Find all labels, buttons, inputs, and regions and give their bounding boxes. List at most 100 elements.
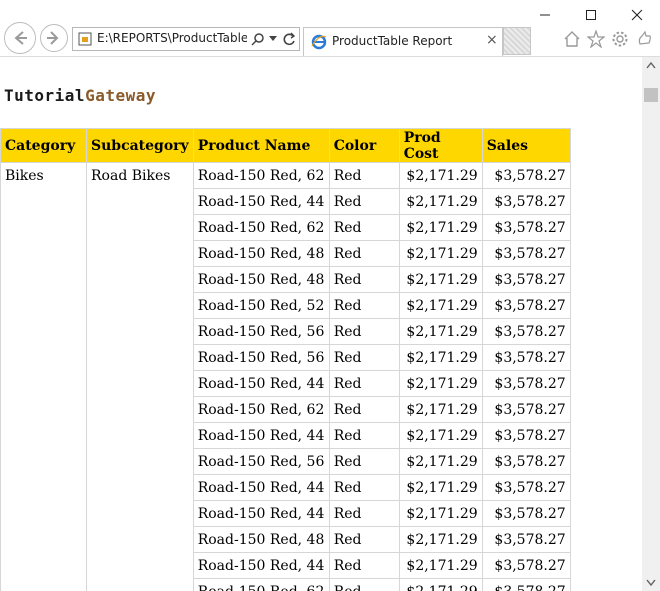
scroll-up-button[interactable] [642, 57, 660, 74]
tab-product-table-report[interactable]: ProductTable Report × [303, 27, 503, 56]
chevron-up-icon [646, 62, 656, 69]
forward-icon [47, 31, 59, 45]
chevron-down-icon [646, 579, 656, 586]
minimize-icon [540, 14, 550, 16]
cell-product-name: Road-150 Red, 48 [192, 266, 330, 293]
cell-sales: $3,578.27 [481, 422, 571, 449]
cell-product-name: Road-150 Red, 44 [192, 552, 330, 579]
browser-chrome: E:\REPORTS\ProductTable R ProductTable R… [0, 0, 660, 57]
cell-prod-cost: $2,171.29 [398, 526, 483, 553]
address-url[interactable]: E:\REPORTS\ProductTable R [97, 31, 247, 45]
dropdown-icon[interactable] [269, 36, 277, 42]
header-prod-cost[interactable]: Prod Cost [398, 128, 483, 163]
cell-prod-cost: $2,171.29 [398, 214, 483, 241]
table-header-row: Category Subcategory Product Name Color … [0, 128, 571, 163]
cell-product-name: Road-150 Red, 62 [192, 162, 330, 189]
tutorial-gateway-logo[interactable]: TutorialGateway [4, 86, 156, 105]
feedback-icon [638, 30, 651, 45]
cell-sales: $3,578.27 [481, 162, 571, 189]
home-button[interactable] [562, 28, 582, 50]
cell-product-name: Road-150 Red, 48 [192, 526, 330, 553]
vertical-scrollbar[interactable] [642, 57, 660, 591]
header-color[interactable]: Color [328, 128, 400, 163]
cell-sales: $3,578.27 [481, 370, 571, 397]
scroll-down-button[interactable] [642, 574, 660, 591]
favorites-button[interactable] [586, 28, 606, 50]
cell-sales: $3,578.27 [481, 214, 571, 241]
cell-color: Red [328, 448, 400, 475]
cell-prod-cost: $2,171.29 [398, 370, 483, 397]
tab-title: ProductTable Report [332, 34, 453, 48]
maximize-icon [586, 10, 596, 20]
cell-product-name: Road-150 Red, 62 [192, 396, 330, 423]
cell-product-name: Road-150 Red, 56 [192, 344, 330, 371]
logo-text-tutorial: Tutorial [4, 86, 86, 105]
page-icon [78, 32, 92, 46]
cell-prod-cost: $2,171.29 [398, 266, 483, 293]
table-row: Bikes Road Bikes Road-150 Red, 62 Red $2,171… [0, 162, 571, 591]
cell-prod-cost: $2,171.29 [398, 396, 483, 423]
cell-product-name: Road-150 Red, 44 [192, 500, 330, 527]
cell-product-name: Road-150 Red, 48 [192, 240, 330, 267]
back-button[interactable] [4, 22, 36, 54]
header-sales[interactable]: Sales [481, 128, 571, 163]
minimize-button[interactable] [522, 0, 568, 30]
close-window-button[interactable] [614, 0, 660, 30]
cell-sales: $3,578.27 [481, 474, 571, 501]
cell-sales: $3,578.27 [481, 240, 571, 267]
tab-close-button[interactable]: × [486, 32, 498, 48]
back-icon [14, 31, 27, 45]
cell-prod-cost: $2,171.29 [398, 318, 483, 345]
header-subcategory[interactable]: Subcategory [86, 128, 194, 163]
cell-product-name: Road-150 Red, 44 [192, 188, 330, 215]
cell-sales: $3,578.27 [481, 292, 571, 319]
scroll-thumb[interactable] [644, 88, 658, 102]
search-icon[interactable] [251, 32, 265, 46]
cell-product-name: Road-150 Red, 44 [192, 422, 330, 449]
table-body: Bikes Road Bikes Road-150 Red, 62 Red $2,171… [0, 162, 571, 591]
cell-prod-cost: $2,171.29 [398, 422, 483, 449]
refresh-icon[interactable] [282, 32, 296, 46]
cell-sales: $3,578.27 [481, 396, 571, 423]
cell-prod-cost: $2,171.29 [398, 552, 483, 579]
cell-prod-cost: $2,171.29 [398, 578, 483, 591]
cell-sales: $3,578.27 [481, 318, 571, 345]
cell-product-name: Road-150 Red, 52 [192, 292, 330, 319]
page-viewport: TutorialGateway Category Subcategory Pro… [0, 57, 642, 591]
header-product-name[interactable]: Product Name [192, 128, 330, 163]
cell-color: Red [328, 370, 400, 397]
new-tab-button[interactable] [503, 27, 531, 55]
logo-text-gateway: Gateway [85, 86, 156, 105]
header-category[interactable]: Category [0, 128, 87, 163]
cell-color: Red [328, 396, 400, 423]
maximize-button[interactable] [568, 0, 614, 30]
cell-subcategory: Road Bikes [86, 162, 194, 591]
cell-sales: $3,578.27 [481, 188, 571, 215]
cell-prod-cost: $2,171.29 [398, 448, 483, 475]
feedback-button[interactable] [634, 28, 654, 50]
cell-sales: $3,578.27 [481, 500, 571, 527]
cell-sales: $3,578.27 [481, 266, 571, 293]
forward-button[interactable] [40, 24, 68, 52]
cell-color: Red [328, 422, 400, 449]
cell-color: Red [328, 318, 400, 345]
cell-product-name: Road-150 Red, 44 [192, 370, 330, 397]
cell-color: Red [328, 240, 400, 267]
settings-button[interactable] [610, 28, 630, 50]
cell-product-name: Road-150 Red, 44 [192, 474, 330, 501]
cell-prod-cost: $2,171.29 [398, 292, 483, 319]
cell-color: Red [328, 526, 400, 553]
ie-icon [311, 34, 327, 50]
cell-color: Red [328, 500, 400, 527]
cell-prod-cost: $2,171.29 [398, 344, 483, 371]
address-bar[interactable]: E:\REPORTS\ProductTable R [72, 27, 300, 51]
cell-sales: $3,578.27 [481, 344, 571, 371]
cell-color: Red [328, 344, 400, 371]
cell-color: Red [328, 266, 400, 293]
cell-product-name: Road-150 Red, 62 [192, 214, 330, 241]
cell-prod-cost: $2,171.29 [398, 240, 483, 267]
cell-color: Red [328, 292, 400, 319]
cell-color: Red [328, 578, 400, 591]
cell-product-name: Road-150 Red, 56 [192, 318, 330, 345]
product-table: Category Subcategory Product Name Color … [0, 128, 571, 591]
